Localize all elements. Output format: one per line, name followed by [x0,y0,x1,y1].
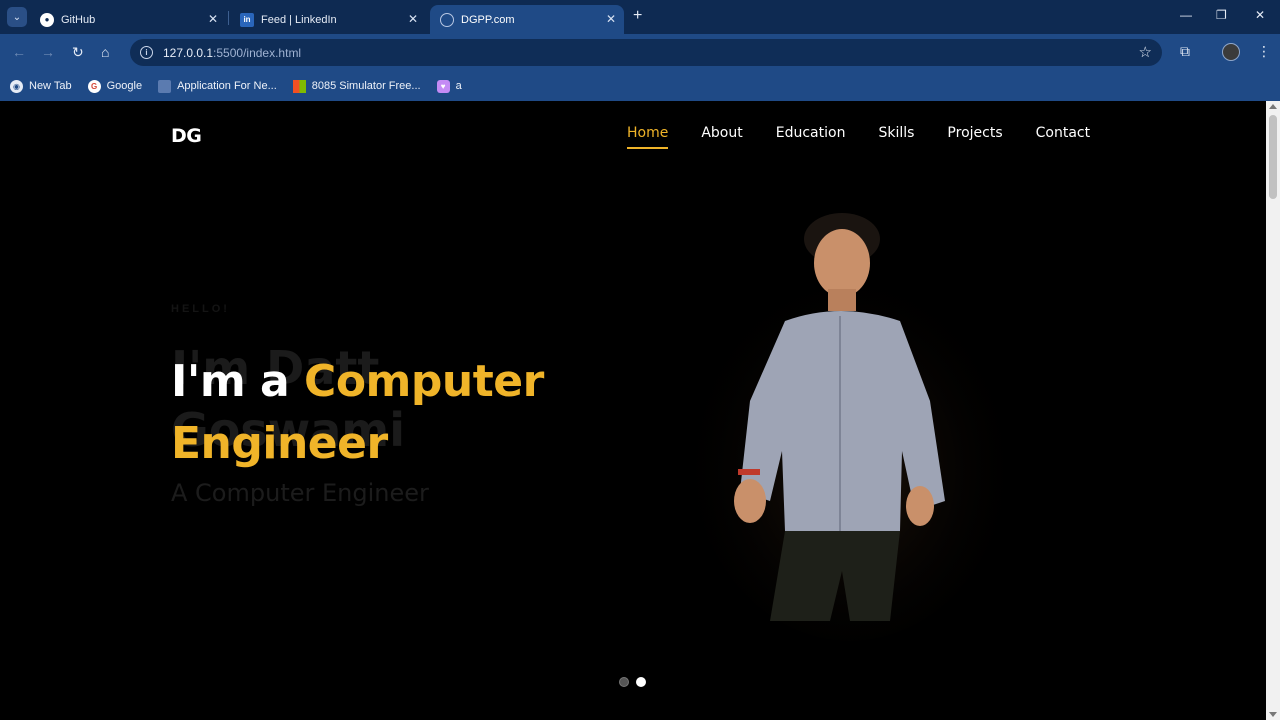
back-arrow-icon[interactable]: ← [12,44,26,60]
page-scrollbar[interactable] [1266,101,1280,720]
tab-title: GitHub [61,13,96,26]
carousel-dot-2[interactable] [636,677,646,687]
headline-gold-1: Computer [304,356,544,407]
more-menu-icon[interactable]: ⋮ [1257,43,1271,60]
home-icon[interactable]: ⌂ [101,44,109,60]
nav-projects[interactable]: Projects [947,125,1002,149]
close-icon[interactable]: ✕ [208,12,218,26]
app-icon [158,79,172,93]
new-tab-icon: ◉ [10,79,23,93]
bookmark-a[interactable]: ♥ a [436,79,462,93]
bookmark-8085-simulator[interactable]: 8085 Simulator Free... [292,79,421,93]
url-text[interactable]: 127.0.0.1:5500/index.html [163,46,301,60]
page-viewport: DG Home About Education Skills Projects … [0,101,1266,720]
browser-toolbar: ← → ↻ ⌂ i 127.0.0.1:5500/index.html ☆ ⧉ … [0,34,1280,71]
minimize-icon[interactable]: — [1180,8,1192,22]
site-logo[interactable]: DG [171,125,202,147]
heart-icon: ♥ [436,79,450,93]
close-icon[interactable]: ✕ [408,12,418,26]
bookmark-google[interactable]: G Google [87,79,142,93]
forward-arrow-icon[interactable]: → [41,44,55,60]
nav-education[interactable]: Education [776,125,846,149]
linkedin-icon: in [240,12,254,27]
headline-gold-2: Engineer [171,418,388,469]
bookmark-new-tab[interactable]: ◉ New Tab [10,79,72,93]
hero-greeting: HELLO! [171,303,230,315]
tab-divider [228,11,229,25]
scroll-thumb[interactable] [1269,115,1277,199]
carousel-dots [619,677,653,687]
tab-dgpp[interactable]: DGPP.com ✕ [430,5,624,34]
reload-icon[interactable]: ↻ [72,44,84,60]
hero-portrait-image [690,213,1010,641]
scroll-down-arrow-icon[interactable] [1269,712,1277,717]
tab-github[interactable]: ● GitHub ✕ [30,5,226,34]
microsoft-icon [292,79,306,93]
hero-headline: I'm a Computer Engineer [171,351,651,475]
close-icon[interactable]: ✕ [606,12,616,26]
site-nav: Home About Education Skills Projects Con… [627,125,1123,149]
nav-contact[interactable]: Contact [1036,125,1090,149]
globe-icon [440,12,454,27]
headline-white: I'm a [171,356,305,407]
bookmark-star-icon[interactable]: ☆ [1139,43,1152,61]
github-icon: ● [40,12,54,27]
site-info-icon[interactable]: i [140,46,153,59]
nav-skills[interactable]: Skills [878,125,914,149]
bookmarks-bar: ◉ New Tab G Google Application For Ne...… [0,71,1280,101]
hero-subtitle: A Computer Engineer [171,479,429,507]
carousel-dot-1[interactable] [619,677,629,687]
tab-linkedin[interactable]: in Feed | LinkedIn ✕ [230,5,426,34]
restore-icon[interactable]: ❐ [1216,8,1227,22]
nav-home[interactable]: Home [627,125,669,149]
new-tab-plus-icon[interactable]: + [633,8,642,24]
bookmark-application[interactable]: Application For Ne... [158,79,277,93]
google-icon: G [87,79,101,93]
address-bar[interactable]: i 127.0.0.1:5500/index.html ☆ [130,39,1162,66]
tab-search-icon[interactable]: ⌄ [7,7,27,27]
close-window-icon[interactable]: ✕ [1255,8,1265,22]
tab-title: Feed | LinkedIn [261,13,337,26]
scroll-up-arrow-icon[interactable] [1269,104,1277,109]
tab-title: DGPP.com [461,13,515,26]
browser-tabstrip: ⌄ ● GitHub ✕ in Feed | LinkedIn ✕ DGPP.c… [0,0,1280,34]
extensions-icon[interactable]: ⧉ [1180,43,1190,60]
nav-about[interactable]: About [701,125,742,149]
profile-avatar-icon[interactable] [1222,43,1240,61]
